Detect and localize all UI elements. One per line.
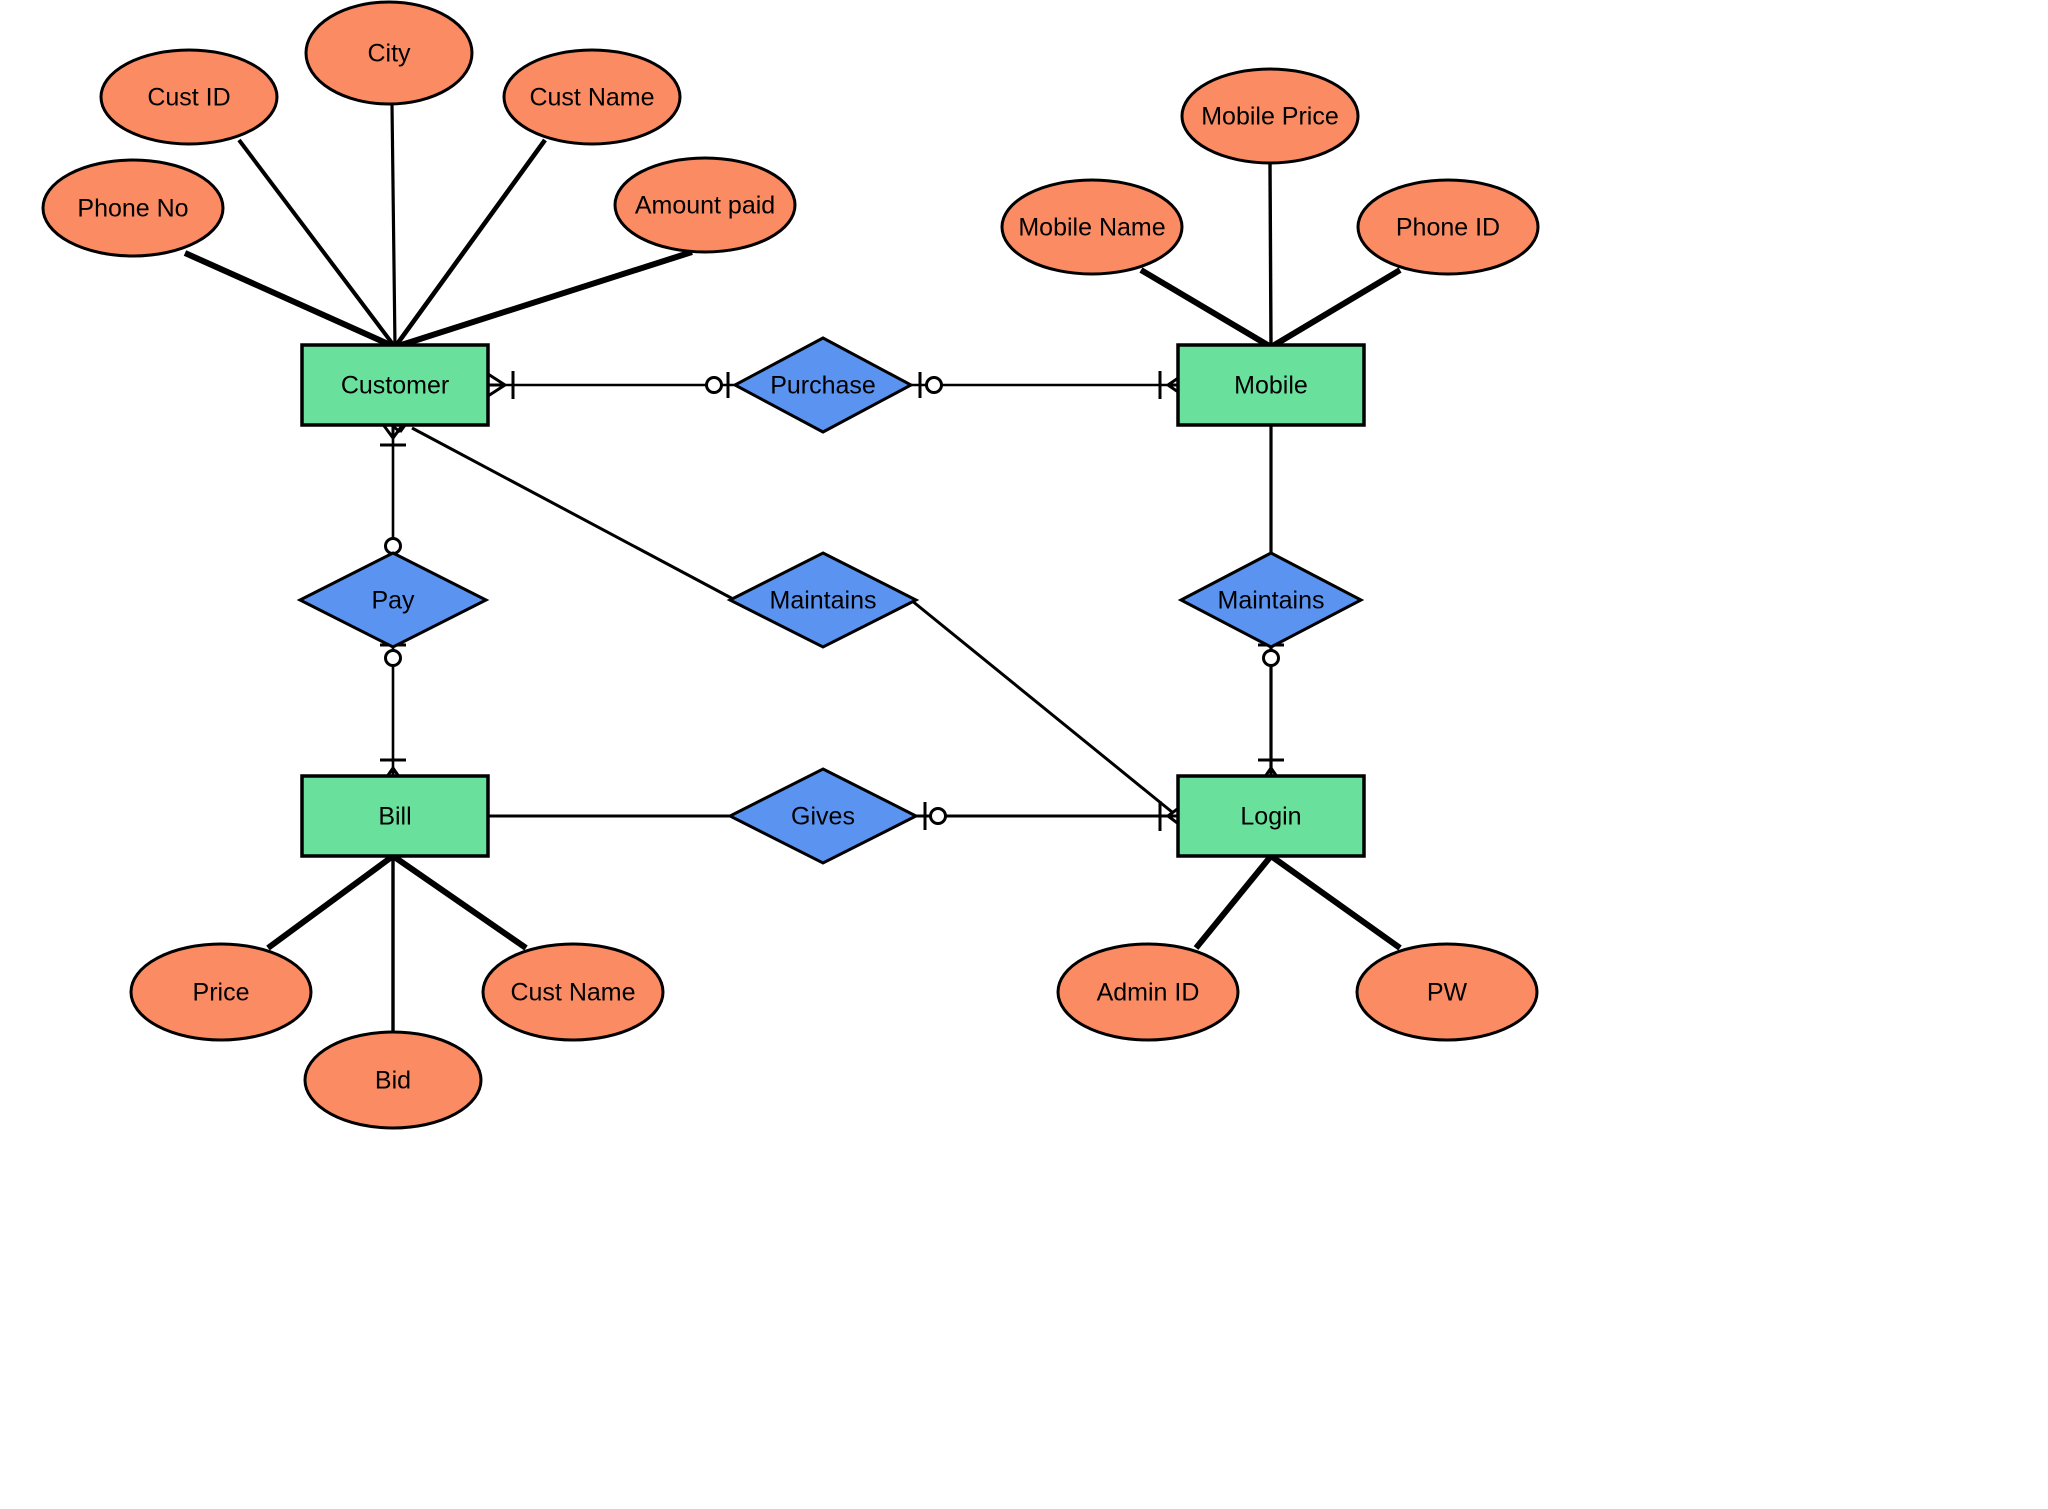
entity-bill[interactable]: Bill	[300, 774, 490, 858]
link-admin-id-login	[1193, 854, 1274, 950]
link-customer-maintains	[411, 426, 736, 602]
attribute-group: Cust ID City Cust Name Phone No Amount p…	[41, 0, 1540, 1130]
attribute-bid[interactable]: Bid	[303, 1030, 483, 1130]
attribute-phone-no[interactable]: Phone No	[41, 158, 225, 258]
entity-customer[interactable]: Customer	[300, 343, 490, 427]
entity-mobile[interactable]: Mobile	[1176, 343, 1366, 427]
link-price-bill	[266, 853, 395, 951]
entity-login-label: Login	[1240, 803, 1301, 831]
attribute-cust-id[interactable]: Cust ID	[99, 48, 279, 146]
attribute-bid-label: Bid	[375, 1067, 411, 1095]
link-cust-id-customer	[237, 138, 397, 349]
entity-login[interactable]: Login	[1176, 774, 1366, 858]
link-maintains-login	[910, 598, 1173, 814]
entity-mobile-label: Mobile	[1234, 372, 1308, 400]
entity-bill-label: Bill	[378, 803, 411, 831]
attribute-city[interactable]: City	[304, 0, 474, 106]
attribute-pw[interactable]: PW	[1355, 942, 1539, 1042]
link-city-customer	[390, 103, 397, 348]
relationship-maintains1-label: Maintains	[770, 587, 877, 615]
attribute-amount-paid[interactable]: Amount paid	[613, 156, 797, 254]
link-phone-id-mobile	[1269, 267, 1402, 350]
link-amount-paid-customer	[394, 249, 693, 350]
attribute-phone-id-label: Phone ID	[1396, 214, 1500, 242]
er-diagram-canvas: Customer Mobile Bill Login Purchase Pay …	[0, 0, 2048, 1509]
link-pw-login	[1269, 853, 1402, 951]
attribute-phone-id[interactable]: Phone ID	[1356, 178, 1540, 276]
relationship-pay-label: Pay	[371, 587, 415, 615]
link-phone-no-customer	[183, 250, 397, 350]
er-diagram-svg: Customer Mobile Bill Login Purchase Pay …	[41, 0, 1540, 1130]
attribute-price[interactable]: Price	[129, 942, 313, 1042]
attribute-pw-label: PW	[1427, 979, 1468, 1007]
attribute-city-label: City	[367, 40, 411, 68]
attribute-admin-id[interactable]: Admin ID	[1056, 942, 1240, 1042]
relationship-purchase-label: Purchase	[770, 372, 876, 400]
attribute-bill-cust-name-label: Cust Name	[510, 979, 635, 1007]
attribute-admin-id-label: Admin ID	[1097, 979, 1200, 1007]
relationship-gives[interactable]: Gives	[726, 767, 920, 865]
attribute-bill-cust-name[interactable]: Cust Name	[481, 942, 665, 1042]
relationship-maintains2-label: Maintains	[1218, 587, 1325, 615]
link-cust-name-customer	[393, 138, 547, 349]
attribute-cust-id-label: Cust ID	[147, 84, 230, 112]
attribute-mobile-name[interactable]: Mobile Name	[1000, 178, 1184, 276]
attribute-amount-paid-label: Amount paid	[635, 192, 775, 220]
relationship-purchase[interactable]: Purchase	[731, 336, 915, 434]
link-mobile-name-mobile	[1139, 267, 1273, 350]
relationship-maintains-mobile-login[interactable]: Maintains	[1177, 551, 1365, 649]
relationship-maintains-customer-login[interactable]: Maintains	[726, 551, 920, 649]
attribute-mobile-price[interactable]: Mobile Price	[1180, 67, 1360, 165]
relationship-pay[interactable]: Pay	[296, 551, 490, 649]
link-bill-cust-name-bill	[391, 853, 528, 951]
relationship-gives-label: Gives	[791, 803, 855, 831]
attribute-phone-no-label: Phone No	[77, 195, 188, 223]
link-mobile-price-mobile	[1268, 162, 1273, 348]
attribute-cust-name-label: Cust Name	[529, 84, 654, 112]
attribute-mobile-price-label: Mobile Price	[1201, 103, 1339, 131]
attribute-mobile-name-label: Mobile Name	[1018, 214, 1165, 242]
attribute-price-label: Price	[193, 979, 250, 1007]
attribute-cust-name[interactable]: Cust Name	[502, 48, 682, 146]
entity-customer-label: Customer	[341, 372, 449, 400]
